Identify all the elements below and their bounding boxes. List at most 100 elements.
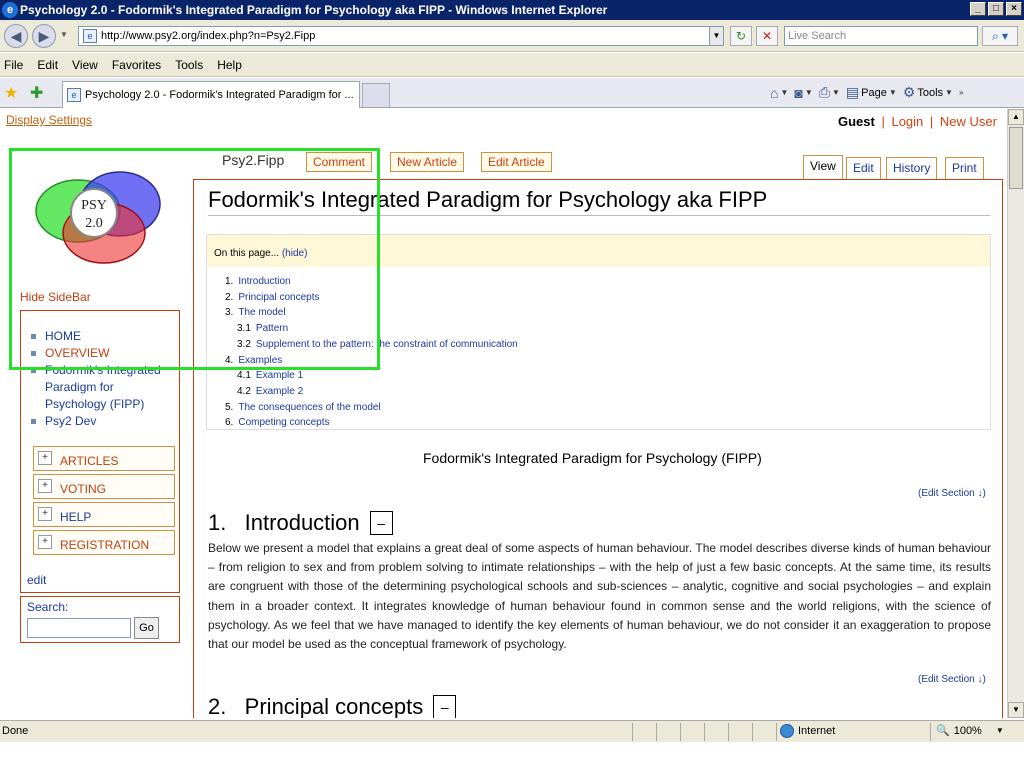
toc-item-label[interactable]: Example 2 [256, 386, 303, 397]
menu-tools[interactable]: Tools [175, 58, 203, 72]
menu-favorites[interactable]: Favorites [112, 58, 161, 72]
minimize-button[interactable]: _ [970, 2, 986, 16]
toc-item-label[interactable]: The consequences of the model [238, 402, 380, 413]
back-button[interactable]: ◀ [4, 24, 28, 48]
security-zone[interactable]: Internet [780, 724, 835, 738]
accordion-help[interactable]: + HELP [33, 502, 175, 527]
heading-principal-concepts: 2. Principal concepts – [208, 694, 457, 718]
toc-item-label[interactable]: Competing concepts [238, 417, 329, 428]
heading-text: 1. Introduction [208, 510, 360, 535]
command-bar: ⌂ ▼ ◙ ▼ ⎙ ▼ ▤ Page ▼ ⚙ Tools ▼ » [770, 84, 963, 101]
collapse-section-button[interactable]: – [369, 511, 393, 535]
zoom-dropdown-icon[interactable]: ▼ [996, 726, 1004, 735]
login-link[interactable]: Login [891, 114, 923, 129]
toc-item[interactable]: 6. Competing concepts [225, 415, 518, 431]
site-search-panel: Search: Go [20, 596, 180, 643]
tools-menu-button[interactable]: ⚙ Tools ▼ [903, 84, 953, 101]
expand-icon[interactable]: + [38, 507, 52, 521]
menu-bar: File Edit View Favorites Tools Help [0, 53, 1024, 77]
status-divider [728, 723, 729, 741]
address-toolbar: ◀ ▶ ▼ e http://www.psy2.org/index.php?n=… [0, 20, 1024, 52]
tab-edit[interactable]: Edit [846, 157, 881, 179]
scroll-up-button[interactable]: ▲ [1008, 109, 1024, 125]
page-icon: ▤ [845, 84, 860, 100]
tab-psychology[interactable]: e Psychology 2.0 - Fodormik's Integrated… [62, 81, 360, 108]
ie-icon: e [2, 2, 18, 18]
add-favorites-icon[interactable]: ✚ [30, 83, 43, 103]
stop-button[interactable]: ✕ [756, 26, 778, 46]
status-divider [656, 723, 657, 741]
live-search-input[interactable]: Live Search [784, 26, 978, 46]
address-bar[interactable]: e http://www.psy2.org/index.php?n=Psy2.F… [78, 26, 724, 46]
display-settings-link[interactable]: Display Settings [6, 113, 92, 127]
menu-edit[interactable]: Edit [37, 58, 58, 72]
chevron-more-button[interactable]: » [959, 88, 963, 97]
window-title: Psychology 2.0 - Fodormik's Integrated P… [20, 3, 608, 17]
favorites-star-icon[interactable]: ★ [4, 83, 18, 103]
tab-view[interactable]: View [803, 155, 843, 179]
tab-page-icon: e [67, 88, 81, 102]
maximize-button[interactable]: □ [988, 2, 1004, 16]
site-search-input[interactable] [27, 618, 131, 638]
toc-item[interactable]: 4.1 Example 1 [225, 368, 518, 384]
forward-button[interactable]: ▶ [32, 24, 56, 48]
menu-help[interactable]: Help [217, 58, 242, 72]
scroll-thumb[interactable] [1009, 127, 1023, 189]
feeds-button[interactable]: ◙ ▼ [794, 85, 812, 101]
figure-caption: Fodormik's Integrated Paradigm for Psych… [423, 450, 762, 466]
status-bar: Done Internet 🔍 100% ▼ [0, 720, 1024, 742]
accordion-label: ARTICLES [60, 454, 119, 468]
zoom-icon: 🔍 [936, 725, 950, 737]
new-tab-button[interactable] [362, 83, 390, 107]
scroll-down-button[interactable]: ▼ [1008, 702, 1024, 718]
page-icon: e [83, 29, 97, 43]
highlight-box [9, 148, 380, 370]
search-button[interactable]: ⌕ ▾ [982, 26, 1018, 46]
page-viewport: Display Settings Guest | Login | New Use… [0, 109, 1007, 718]
status-divider [752, 723, 753, 741]
expand-icon[interactable]: + [38, 451, 52, 465]
printer-icon: ⎙ [818, 84, 830, 100]
history-dropdown-icon[interactable]: ▼ [60, 30, 70, 39]
page-menu-button[interactable]: ▤ Page ▼ [846, 84, 897, 101]
tab-history[interactable]: History [886, 157, 938, 179]
home-button[interactable]: ⌂ ▼ [770, 85, 788, 101]
toc-item[interactable]: 4.2 Example 2 [225, 384, 518, 400]
accordion-voting[interactable]: + VOTING [33, 474, 175, 499]
edit-article-button[interactable]: Edit Article [481, 152, 552, 172]
status-divider [930, 723, 931, 741]
sidebar-edit-link[interactable]: edit [27, 573, 46, 587]
search-label: Search: [27, 600, 69, 614]
sidebar-item-psy2-dev[interactable]: Psy2 Dev [29, 413, 177, 430]
status-divider [776, 723, 777, 741]
tab-title: Psychology 2.0 - Fodormik's Integrated P… [85, 89, 354, 101]
collapse-section-button[interactable]: – [433, 695, 457, 718]
toc-item-label[interactable]: Example 1 [256, 370, 303, 381]
accordion-registration[interactable]: + REGISTRATION [33, 530, 175, 555]
menu-view[interactable]: View [72, 58, 98, 72]
new-user-link[interactable]: New User [940, 114, 997, 129]
window-title-bar: e Psychology 2.0 - Fodormik's Integrated… [0, 0, 1024, 20]
status-divider [680, 723, 681, 741]
print-button[interactable]: ⎙ ▼ [819, 84, 840, 101]
refresh-button[interactable]: ↻ [730, 26, 752, 46]
edit-section-link[interactable]: (Edit Section ↓) [918, 488, 986, 499]
accordion-articles[interactable]: + ARTICLES [33, 446, 175, 471]
go-button[interactable]: Go [134, 617, 159, 639]
expand-icon[interactable]: + [38, 535, 52, 549]
edit-section-link[interactable]: (Edit Section ↓) [918, 674, 986, 685]
address-dropdown-icon[interactable]: ▼ [709, 27, 723, 45]
user-area: Guest | Login | New User [837, 114, 997, 129]
toc-item-number: 5. [225, 401, 234, 413]
address-url[interactable]: http://www.psy2.org/index.php?n=Psy2.Fip… [101, 30, 709, 42]
close-button[interactable]: × [1006, 2, 1022, 16]
expand-icon[interactable]: + [38, 479, 52, 493]
tab-print[interactable]: Print [945, 157, 984, 179]
guest-label: Guest [837, 114, 875, 129]
toc-item[interactable]: 5. The consequences of the model [225, 400, 518, 416]
vertical-scrollbar[interactable]: ▲ ▼ [1007, 109, 1024, 718]
zoom-control[interactable]: 🔍 100% ▼ [936, 724, 1004, 738]
menu-file[interactable]: File [4, 58, 23, 72]
new-article-button[interactable]: New Article [390, 152, 465, 172]
globe-icon [780, 724, 794, 738]
